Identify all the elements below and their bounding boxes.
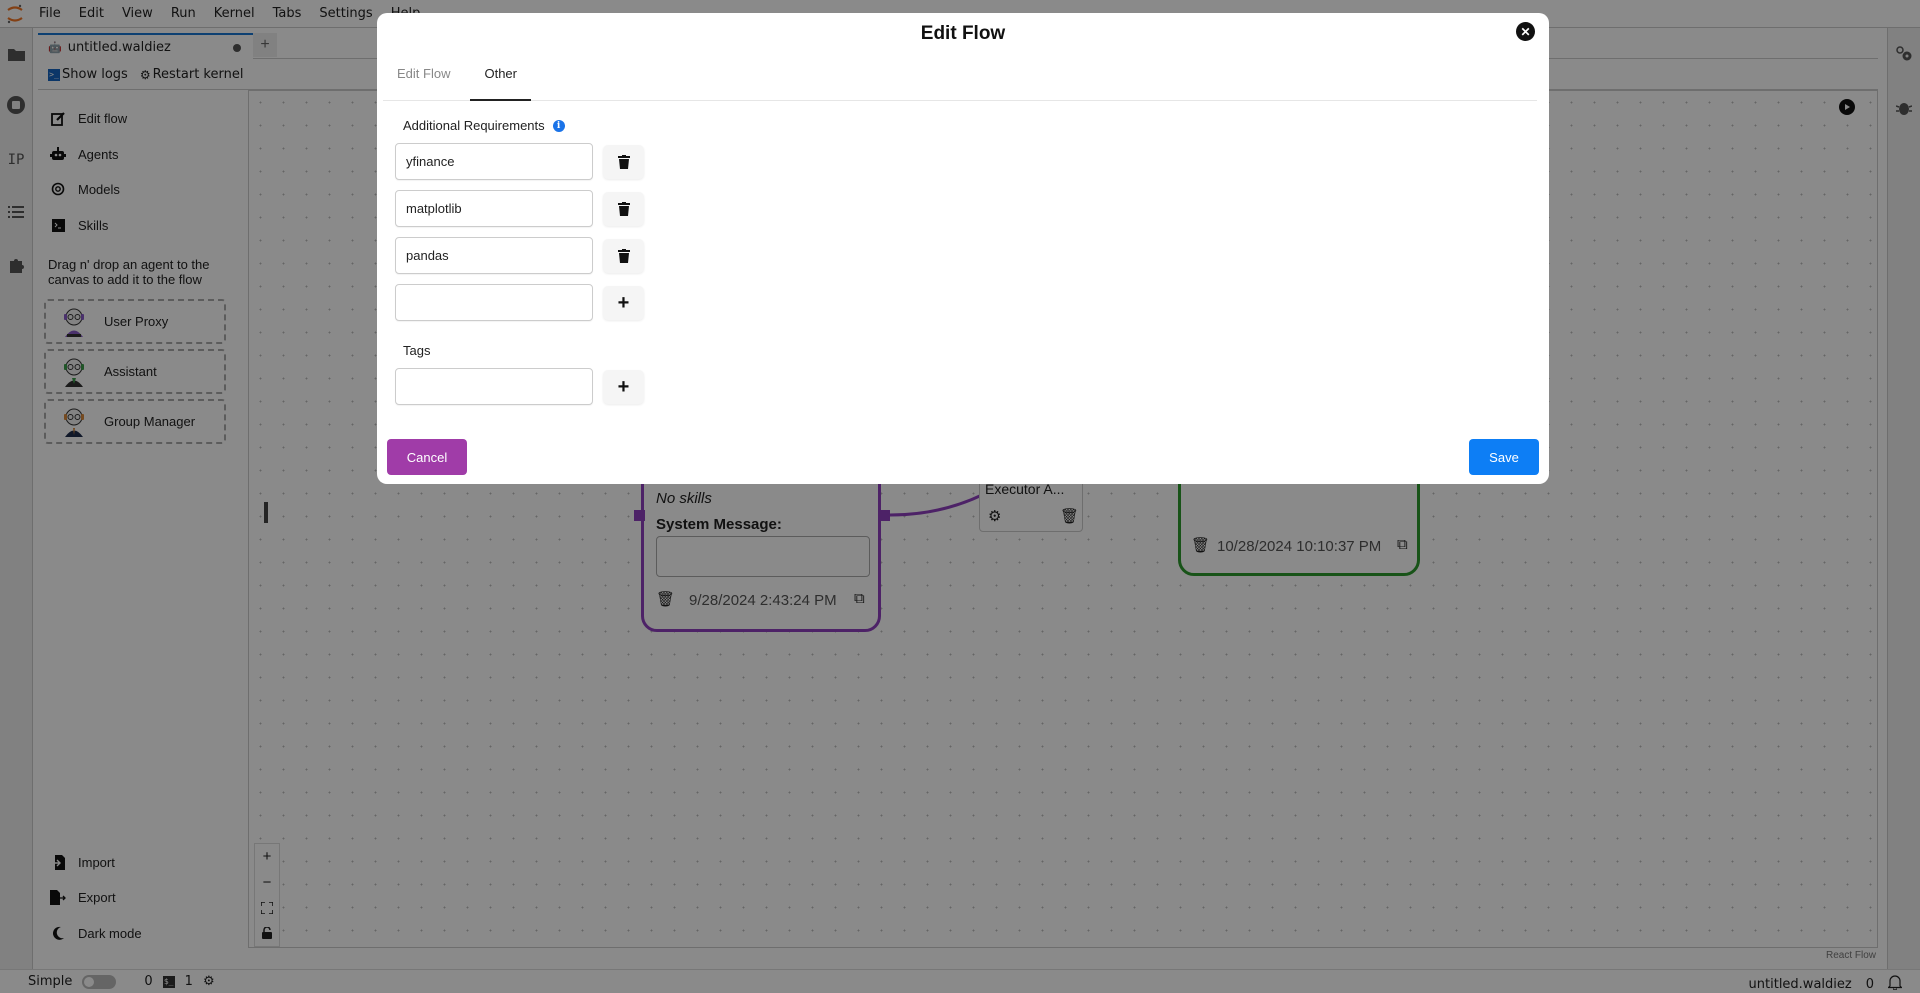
new-requirement-input[interactable] (395, 284, 593, 321)
additional-requirements-label: Additional Requirements i (403, 118, 565, 133)
save-button[interactable]: Save (1469, 439, 1539, 475)
plus-icon: + (617, 291, 630, 314)
tab-edit-flow[interactable]: Edit Flow (383, 61, 464, 101)
add-tag-button[interactable]: + (603, 369, 644, 404)
cancel-button[interactable]: Cancel (387, 439, 467, 475)
requirement-row (395, 143, 644, 180)
edit-flow-modal: Edit Flow ✕ Edit Flow Other Additional R… (377, 13, 1549, 484)
close-icon[interactable]: ✕ (1516, 22, 1535, 41)
new-requirement-row: + (395, 284, 644, 321)
requirement-row (395, 237, 644, 274)
requirement-input[interactable] (395, 143, 593, 180)
modal-tabs: Edit Flow Other (383, 61, 1537, 101)
new-tag-row: + (395, 368, 644, 405)
tags-label: Tags (403, 343, 430, 358)
new-tag-input[interactable] (395, 368, 593, 405)
modal-title: Edit Flow (920, 23, 1006, 44)
requirement-input[interactable] (395, 190, 593, 227)
info-icon[interactable]: i (552, 119, 565, 132)
trash-icon (617, 154, 630, 169)
requirement-input[interactable] (395, 237, 593, 274)
requirements-heading: Additional Requirements (403, 118, 545, 133)
requirement-row (395, 190, 644, 227)
plus-icon: + (617, 375, 630, 398)
delete-requirement-button[interactable] (603, 238, 644, 273)
delete-requirement-button[interactable] (603, 191, 644, 226)
add-requirement-button[interactable]: + (603, 285, 644, 320)
tab-other[interactable]: Other (470, 61, 531, 101)
tags-heading: Tags (403, 343, 431, 358)
trash-icon (617, 248, 630, 263)
delete-requirement-button[interactable] (603, 144, 644, 179)
trash-icon (617, 201, 630, 216)
